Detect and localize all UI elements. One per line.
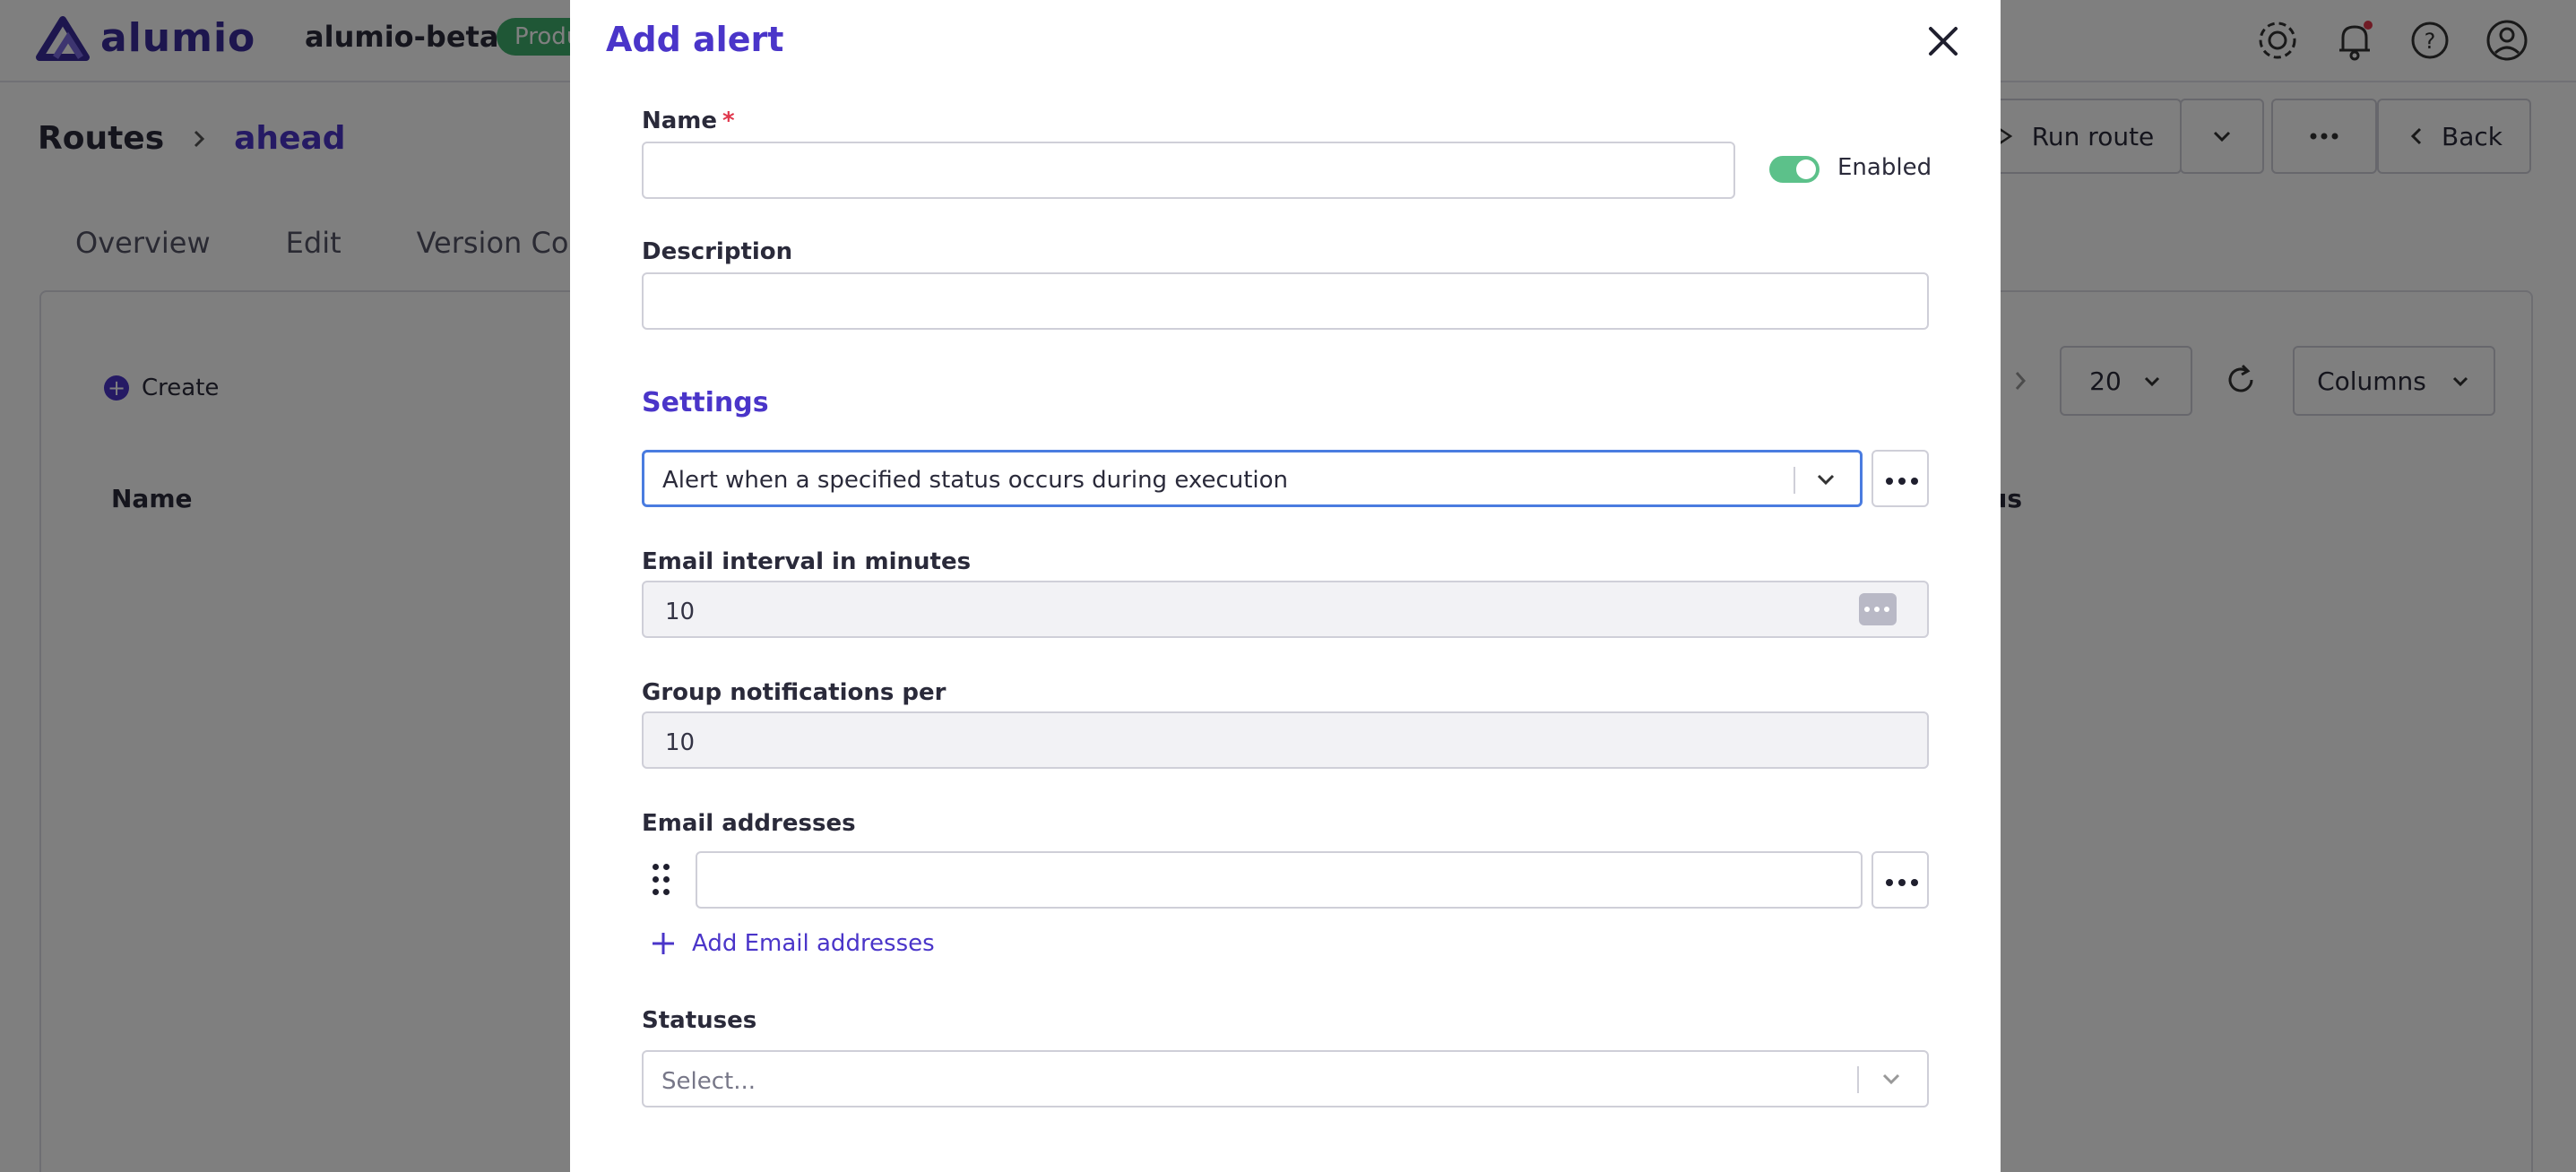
email-addresses-label: Email addresses <box>642 810 856 837</box>
email-address-more-button[interactable] <box>1871 851 1929 909</box>
select-divider <box>1857 1066 1859 1093</box>
alert-type-select[interactable]: Alert when a specified status occurs dur… <box>642 450 1863 507</box>
close-icon[interactable] <box>1923 22 1963 61</box>
email-interval-label: Email interval in minutes <box>642 548 972 575</box>
statuses-label: Statuses <box>642 1007 757 1034</box>
modal-title: Add alert <box>606 20 784 59</box>
alert-type-value: Alert when a specified status occurs dur… <box>662 467 1289 494</box>
chevron-down-icon <box>1817 474 1835 486</box>
more-icon[interactable] <box>1859 593 1897 625</box>
name-input[interactable] <box>642 142 1735 199</box>
email-interval-value: 10 <box>665 599 696 625</box>
group-notifications-label: Group notifications per <box>642 679 947 706</box>
settings-heading: Settings <box>642 387 769 418</box>
email-address-input[interactable] <box>696 851 1863 909</box>
enabled-toggle[interactable] <box>1769 156 1820 183</box>
required-marker: * <box>722 108 735 134</box>
add-alert-modal: Add alert Name * Enabled Description Sett… <box>570 0 2001 1172</box>
email-interval-input[interactable]: 10 <box>642 581 1929 638</box>
add-email-addresses-button[interactable]: Add Email addresses <box>651 930 935 957</box>
group-notifications-input[interactable]: 10 <box>642 711 1929 769</box>
select-divider <box>1794 467 1795 494</box>
name-label-text: Name <box>642 108 718 134</box>
chevron-down-icon <box>1882 1073 1900 1085</box>
description-label: Description <box>642 238 793 265</box>
description-input[interactable] <box>642 272 1929 330</box>
toggle-knob <box>1796 159 1816 179</box>
statuses-select[interactable]: Select... <box>642 1050 1929 1107</box>
add-email-label: Add Email addresses <box>692 930 935 957</box>
statuses-placeholder: Select... <box>661 1068 756 1095</box>
enabled-label: Enabled <box>1837 154 1932 181</box>
group-notifications-value: 10 <box>665 729 696 756</box>
plus-icon <box>653 933 674 954</box>
drag-handle-icon[interactable] <box>651 862 672 898</box>
alert-type-more-button[interactable] <box>1871 450 1929 507</box>
name-label: Name * <box>642 108 735 134</box>
